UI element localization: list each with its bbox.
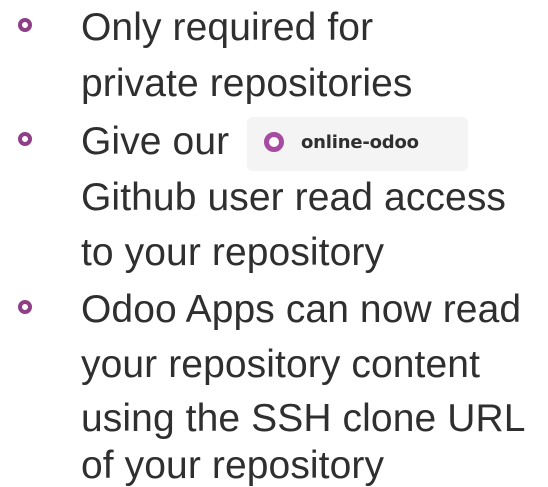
bullet-text-line: Odoo Apps can now read (81, 288, 522, 331)
circle-bullet-icon (18, 300, 32, 314)
bullet-text-line: private repositories (81, 62, 413, 105)
ring-avatar-icon (264, 132, 284, 152)
github-username: online-odoo (301, 132, 419, 153)
bullet-text-line: Github user read access (81, 176, 507, 219)
github-user-chip: online-odoo (247, 117, 468, 171)
bullet-text-line: Give our (81, 120, 230, 163)
bullet-text-line: Only required for (81, 6, 374, 49)
circle-bullet-icon (18, 132, 32, 146)
bullet-text-line: to your repository (81, 231, 385, 274)
bullet-text-line: of your repository (81, 444, 385, 487)
bullet-text-line: using the SSH clone URL (81, 397, 526, 440)
slide: Only required for private repositories G… (0, 0, 548, 485)
bullet-text-line: your repository content (81, 343, 481, 386)
circle-bullet-icon (18, 18, 32, 32)
